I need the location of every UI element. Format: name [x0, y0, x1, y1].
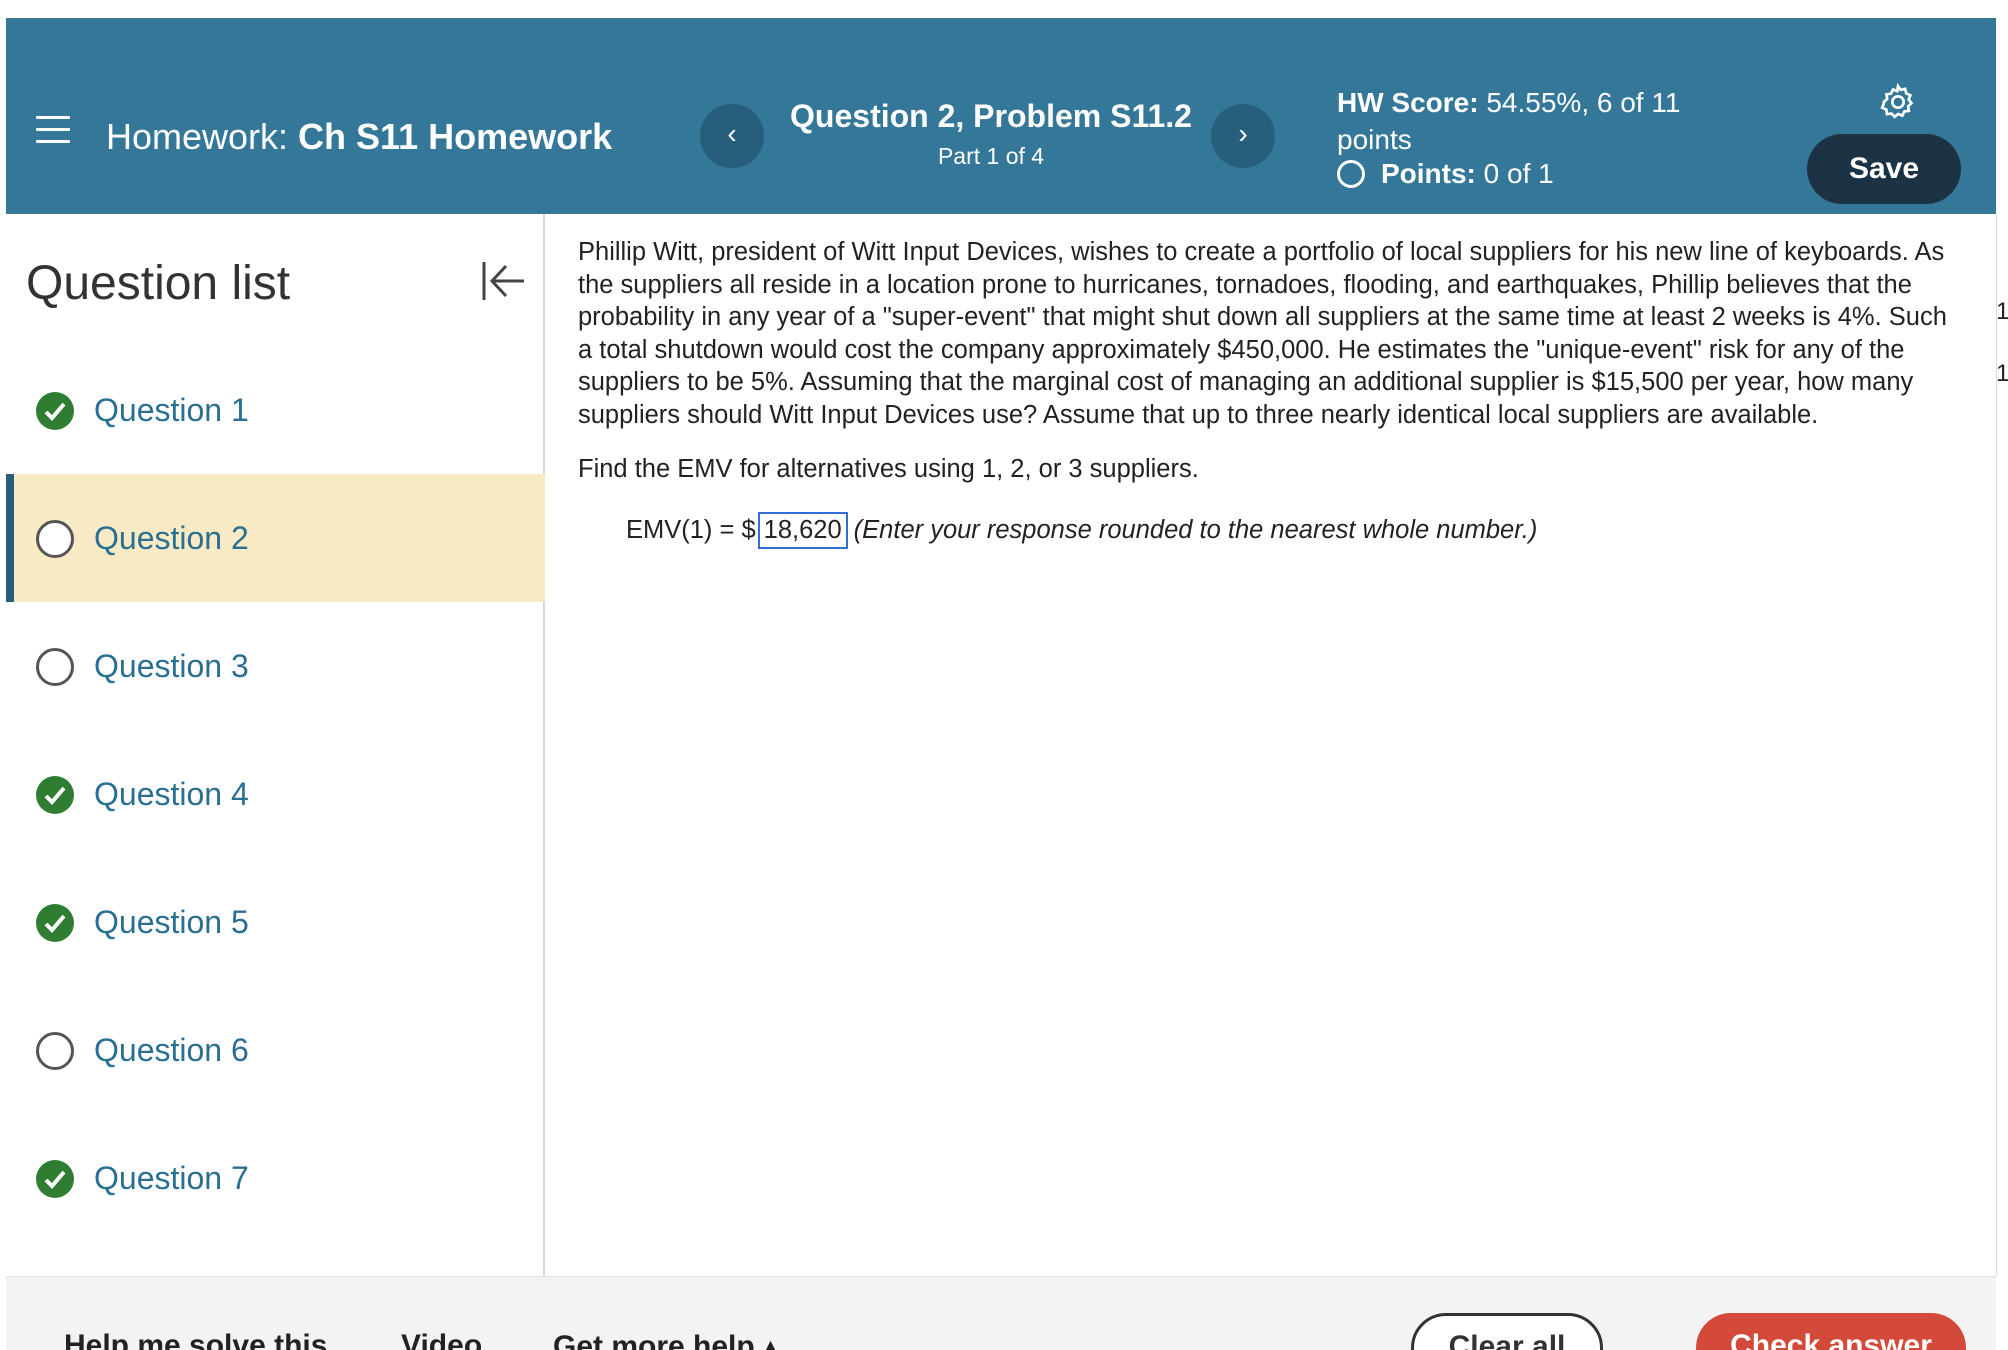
collapse-panel-icon[interactable]: [476, 254, 530, 308]
hw-score: HW Score: 54.55%, 6 of 11 points: [1337, 84, 1737, 158]
question-list-title: Question list: [26, 257, 291, 310]
question-item-3[interactable]: Question 3: [6, 602, 545, 730]
menu-icon[interactable]: [36, 116, 70, 146]
top-header: Homework: Ch S11 Homework ‹ Question 2, P…: [6, 18, 1996, 214]
question-item-label: Question 3: [94, 648, 249, 684]
points-status: Points: 0 of 1: [1337, 158, 1554, 190]
instruction-text: Find the EMV for alternatives using 1, 2…: [578, 455, 1199, 483]
question-item-4[interactable]: Question 4: [6, 730, 545, 858]
edge-number: 1: [1996, 360, 2008, 387]
bottom-toolbar: Help me solve this Video Get more help ▴…: [6, 1276, 1996, 1350]
emv-label: EMV(1) = $: [626, 516, 756, 544]
hw-score-value: 54.55%, 6 of 11: [1486, 87, 1681, 118]
question-list-panel: Question list Question 1 Question 2 Ques…: [6, 214, 545, 1276]
question-content: Phillip Witt, president of Witt Input De…: [578, 236, 1958, 549]
save-button[interactable]: Save: [1807, 134, 1961, 204]
homework-name: Ch S11 Homework: [298, 116, 613, 157]
video-button[interactable]: Video: [401, 1329, 482, 1350]
question-heading: Question 2, Problem S11.2 Part 1 of 4: [766, 98, 1216, 170]
homework-title: Homework: Ch S11 Homework: [106, 116, 612, 158]
completed-check-icon: [36, 904, 74, 942]
hw-score-label: HW Score:: [1337, 87, 1479, 118]
question-item-label: Question 6: [94, 1032, 249, 1068]
question-part: Part 1 of 4: [937, 143, 1045, 169]
incomplete-circle-icon: [36, 520, 74, 558]
points-radio-icon: [1337, 159, 1365, 188]
question-item-label: Question 2: [94, 520, 249, 556]
incomplete-circle-icon: [36, 648, 74, 686]
points-value: 0 of 1: [1483, 158, 1554, 189]
clear-all-button[interactable]: Clear all: [1411, 1313, 1603, 1350]
gear-icon[interactable]: [1878, 82, 1918, 122]
get-more-help-button[interactable]: Get more help ▴: [553, 1329, 778, 1350]
homework-prefix: Homework:: [106, 116, 289, 157]
emv-hint: (Enter your response rounded to the near…: [853, 516, 1538, 544]
points-label: Points:: [1381, 158, 1476, 189]
problem-statement: Phillip Witt, president of Witt Input De…: [578, 238, 1947, 429]
incomplete-circle-icon: [36, 1032, 74, 1070]
edge-number: 1: [1996, 298, 2008, 325]
completed-check-icon: [36, 776, 74, 814]
next-question-button[interactable]: ›: [1211, 104, 1275, 168]
completed-check-icon: [36, 1160, 74, 1198]
question-item-1[interactable]: Question 1: [6, 346, 545, 474]
help-me-solve-button[interactable]: Help me solve this: [64, 1329, 327, 1350]
question-item-5[interactable]: Question 5: [6, 858, 545, 986]
question-item-6[interactable]: Question 6: [6, 986, 545, 1114]
emv-answer-row: EMV(1) = $18,620 (Enter your response rou…: [626, 512, 1958, 549]
completed-check-icon: [36, 392, 74, 430]
question-item-label: Question 7: [94, 1160, 249, 1196]
check-answer-button[interactable]: Check answer: [1696, 1313, 1966, 1350]
question-item-label: Question 1: [94, 392, 249, 428]
question-item-7[interactable]: Question 7: [6, 1114, 545, 1242]
previous-question-button[interactable]: ‹: [700, 104, 764, 168]
question-item-2[interactable]: Question 2: [6, 474, 545, 602]
question-item-label: Question 4: [94, 776, 249, 812]
emv-answer-input[interactable]: 18,620: [757, 512, 848, 549]
question-item-label: Question 5: [94, 904, 249, 940]
question-title: Question 2, Problem S11.2: [790, 98, 1192, 134]
hw-score-unit: points: [1337, 124, 1412, 155]
